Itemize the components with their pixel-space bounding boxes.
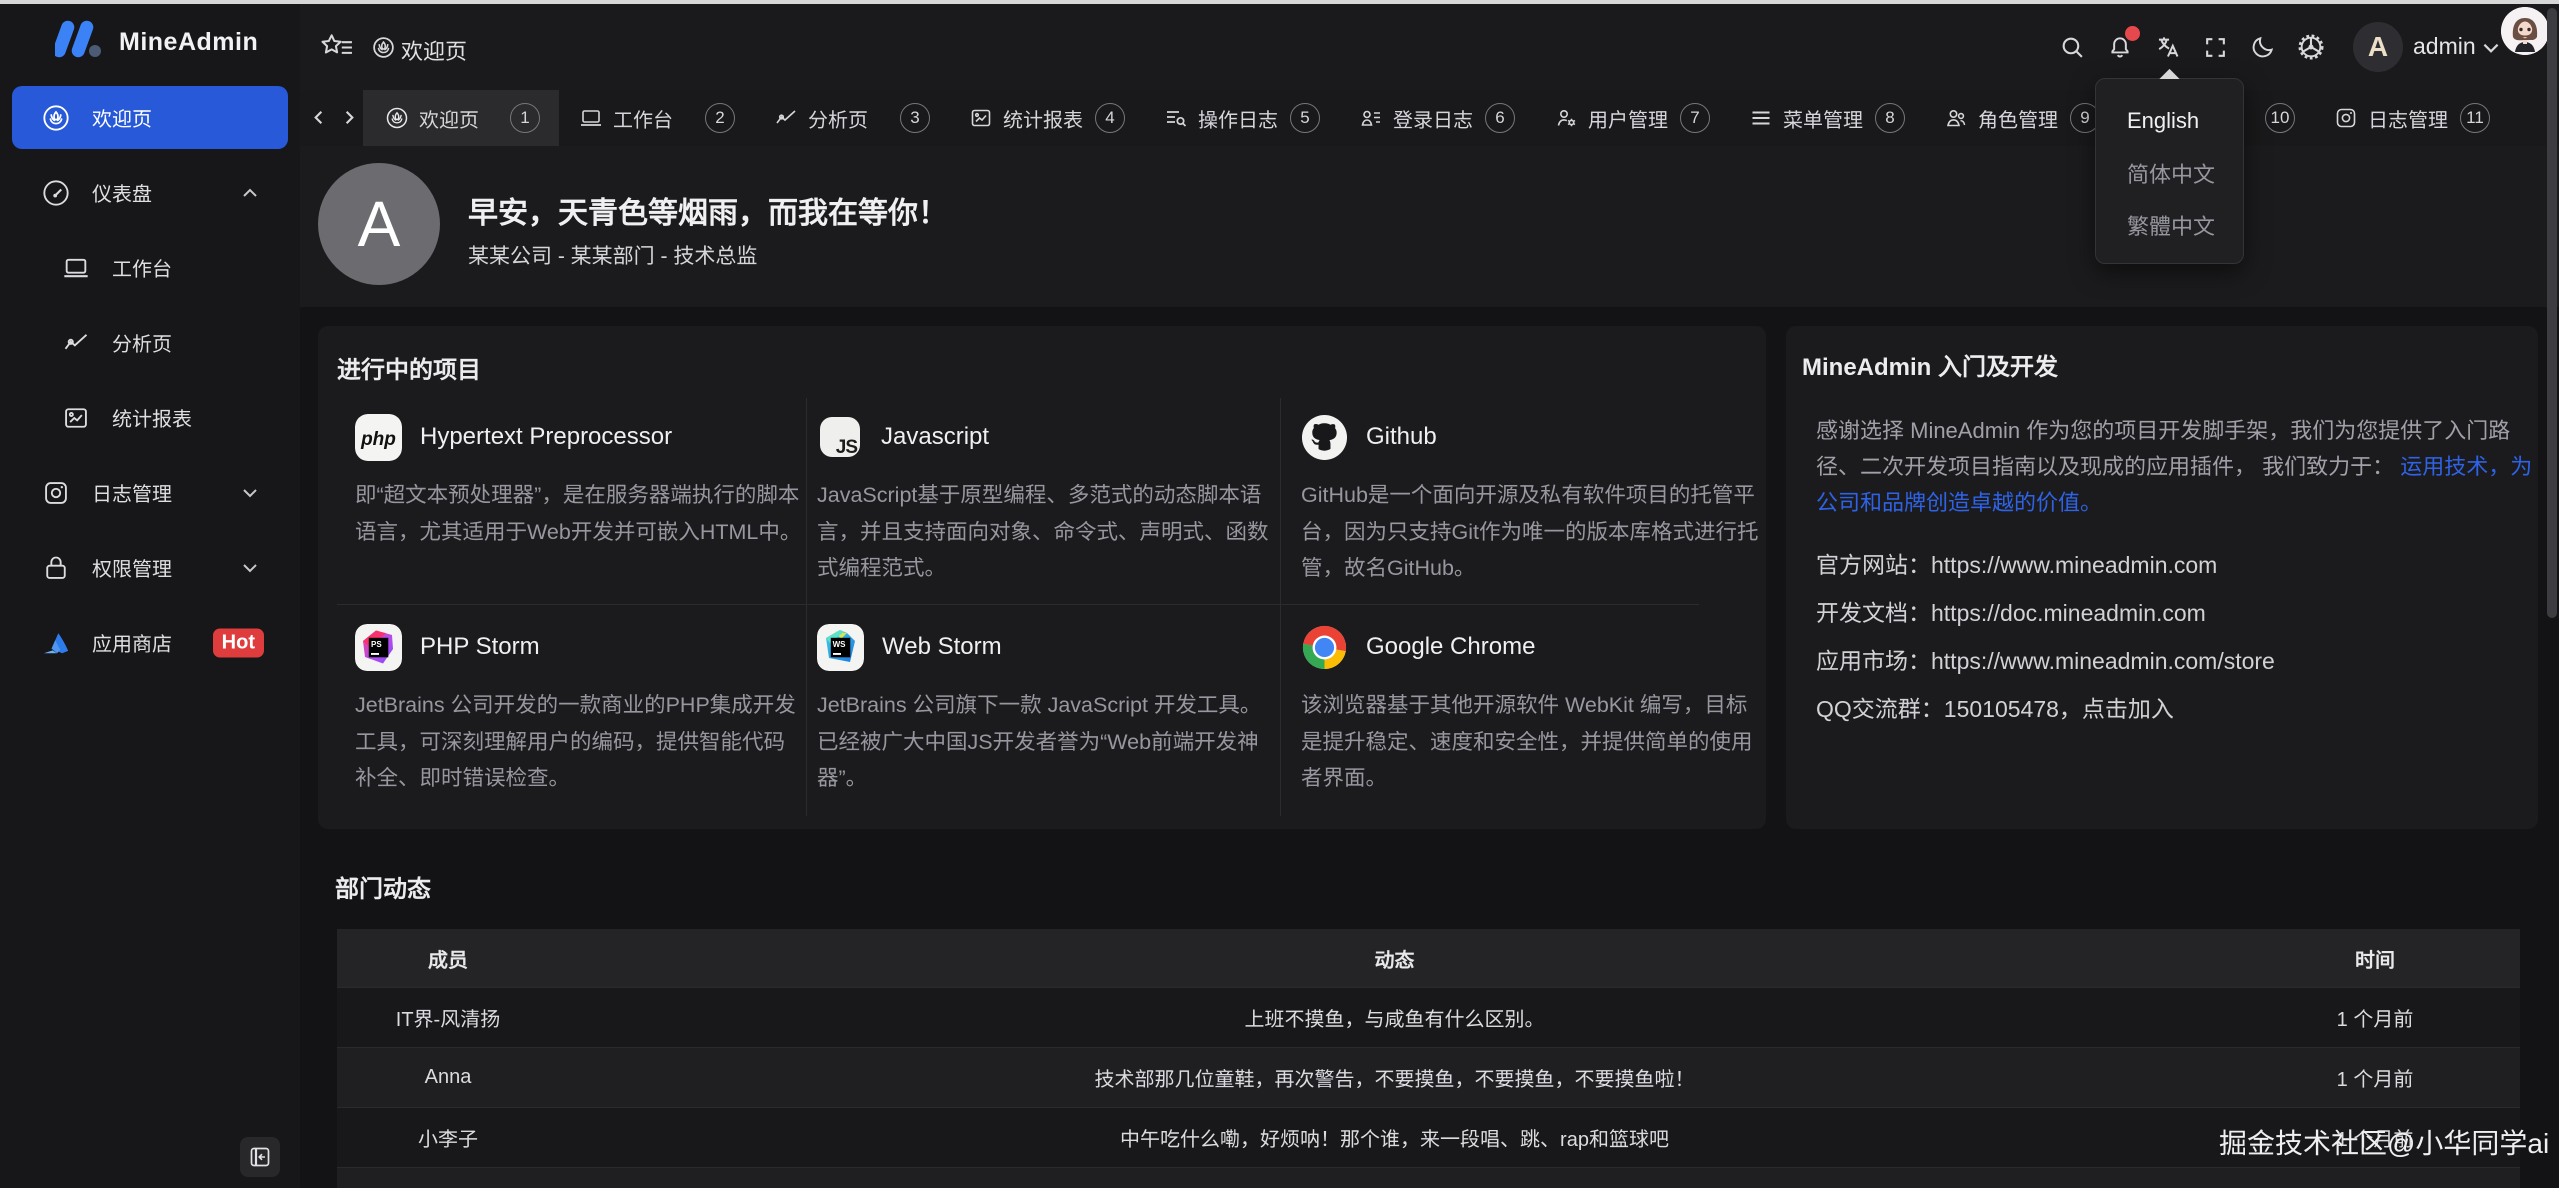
svg-text:JS: JS xyxy=(836,437,858,457)
svg-text:PS: PS xyxy=(371,639,382,648)
svg-text:WS: WS xyxy=(833,639,847,648)
svg-text:php: php xyxy=(360,429,396,450)
